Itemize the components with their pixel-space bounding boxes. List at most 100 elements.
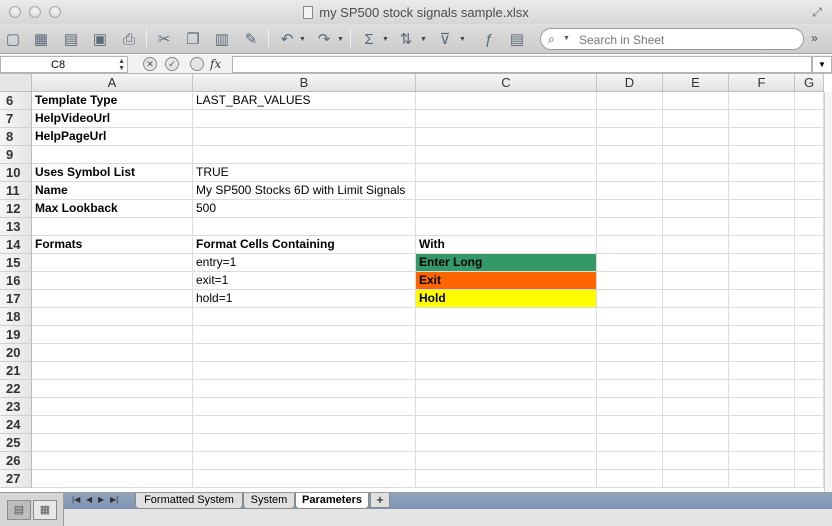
cell-g18[interactable] bbox=[795, 308, 824, 326]
row-header[interactable]: 7 bbox=[0, 110, 32, 128]
sort-dropdown-icon[interactable]: ▼ bbox=[420, 36, 427, 43]
copy-icon[interactable]: ❐ bbox=[182, 28, 204, 50]
cell-f8[interactable] bbox=[729, 128, 795, 146]
cell-b21[interactable] bbox=[193, 362, 416, 380]
cell-f17[interactable] bbox=[729, 290, 795, 308]
row-header[interactable]: 13 bbox=[0, 218, 32, 236]
row-header[interactable]: 20 bbox=[0, 344, 32, 362]
cell-b9[interactable] bbox=[193, 146, 416, 164]
cell-c25[interactable] bbox=[416, 434, 597, 452]
cell-e17[interactable] bbox=[663, 290, 729, 308]
select-all-corner[interactable] bbox=[0, 74, 32, 92]
cell-g25[interactable] bbox=[795, 434, 824, 452]
paste-icon[interactable]: ▥ bbox=[211, 28, 233, 50]
column-header-a[interactable]: A bbox=[32, 74, 193, 92]
cell-f22[interactable] bbox=[729, 380, 795, 398]
cell-e11[interactable] bbox=[663, 182, 729, 200]
cell-e19[interactable] bbox=[663, 326, 729, 344]
cell-g22[interactable] bbox=[795, 380, 824, 398]
cell-a15[interactable] bbox=[32, 254, 193, 272]
cell-d21[interactable] bbox=[597, 362, 663, 380]
cell-b23[interactable] bbox=[193, 398, 416, 416]
toolbar-overflow-icon[interactable]: » bbox=[811, 31, 818, 45]
cell-a20[interactable] bbox=[32, 344, 193, 362]
row-header[interactable]: 18 bbox=[0, 308, 32, 326]
cell-f6[interactable] bbox=[729, 92, 795, 110]
cell-c15[interactable]: Enter Long bbox=[416, 254, 597, 272]
cell-f25[interactable] bbox=[729, 434, 795, 452]
cell-e7[interactable] bbox=[663, 110, 729, 128]
cell-b22[interactable] bbox=[193, 380, 416, 398]
row-header[interactable]: 9 bbox=[0, 146, 32, 164]
save-icon[interactable]: ▣ bbox=[89, 28, 111, 50]
cell-f12[interactable] bbox=[729, 200, 795, 218]
cell-e10[interactable] bbox=[663, 164, 729, 182]
cell-f27[interactable] bbox=[729, 470, 795, 488]
cell-b14[interactable]: Format Cells Containing bbox=[193, 236, 416, 254]
cell-b24[interactable] bbox=[193, 416, 416, 434]
cell-c21[interactable] bbox=[416, 362, 597, 380]
first-sheet-icon[interactable]: |◀ bbox=[72, 495, 80, 504]
cell-a18[interactable] bbox=[32, 308, 193, 326]
cell-f20[interactable] bbox=[729, 344, 795, 362]
cell-c6[interactable] bbox=[416, 92, 597, 110]
cell-e21[interactable] bbox=[663, 362, 729, 380]
cell-e15[interactable] bbox=[663, 254, 729, 272]
cell-e16[interactable] bbox=[663, 272, 729, 290]
function-icon[interactable]: ƒ bbox=[478, 28, 500, 50]
cell-c12[interactable] bbox=[416, 200, 597, 218]
cell-g24[interactable] bbox=[795, 416, 824, 434]
cell-e20[interactable] bbox=[663, 344, 729, 362]
cell-b15[interactable]: entry=1 bbox=[193, 254, 416, 272]
cell-f26[interactable] bbox=[729, 452, 795, 470]
column-header-c[interactable]: C bbox=[416, 74, 597, 92]
next-sheet-icon[interactable]: ▶ bbox=[98, 495, 104, 504]
cell-f10[interactable] bbox=[729, 164, 795, 182]
cell-a25[interactable] bbox=[32, 434, 193, 452]
cell-b18[interactable] bbox=[193, 308, 416, 326]
row-header[interactable]: 17 bbox=[0, 290, 32, 308]
cell-c27[interactable] bbox=[416, 470, 597, 488]
cell-d8[interactable] bbox=[597, 128, 663, 146]
cell-c19[interactable] bbox=[416, 326, 597, 344]
cell-a7[interactable]: HelpVideoUrl bbox=[32, 110, 193, 128]
cell-a8[interactable]: HelpPageUrl bbox=[32, 128, 193, 146]
cell-g7[interactable] bbox=[795, 110, 824, 128]
redo-dropdown-icon[interactable]: ▼ bbox=[337, 36, 344, 43]
cell-b8[interactable] bbox=[193, 128, 416, 146]
formula-builder-toggle[interactable] bbox=[190, 57, 204, 71]
cell-c16[interactable]: Exit bbox=[416, 272, 597, 290]
cell-f24[interactable] bbox=[729, 416, 795, 434]
cell-c13[interactable] bbox=[416, 218, 597, 236]
cell-d7[interactable] bbox=[597, 110, 663, 128]
cell-g13[interactable] bbox=[795, 218, 824, 236]
cut-icon[interactable]: ✂ bbox=[153, 28, 175, 50]
vertical-scrollbar[interactable] bbox=[824, 92, 832, 492]
cell-c8[interactable] bbox=[416, 128, 597, 146]
sort-icon[interactable]: ⇅ bbox=[395, 28, 417, 50]
cell-c23[interactable] bbox=[416, 398, 597, 416]
add-sheet-button[interactable]: + bbox=[370, 493, 390, 508]
cell-a13[interactable] bbox=[32, 218, 193, 236]
row-header[interactable]: 24 bbox=[0, 416, 32, 434]
column-header-d[interactable]: D bbox=[597, 74, 663, 92]
format-painter-icon[interactable]: ✎ bbox=[240, 28, 262, 50]
row-header[interactable]: 8 bbox=[0, 128, 32, 146]
cell-e6[interactable] bbox=[663, 92, 729, 110]
cell-g17[interactable] bbox=[795, 290, 824, 308]
cell-c7[interactable] bbox=[416, 110, 597, 128]
cell-c14[interactable]: With bbox=[416, 236, 597, 254]
cell-a27[interactable] bbox=[32, 470, 193, 488]
column-header-f[interactable]: F bbox=[729, 74, 795, 92]
cell-b13[interactable] bbox=[193, 218, 416, 236]
cell-d25[interactable] bbox=[597, 434, 663, 452]
cell-g20[interactable] bbox=[795, 344, 824, 362]
cell-a6[interactable]: Template Type bbox=[32, 92, 193, 110]
cell-d27[interactable] bbox=[597, 470, 663, 488]
name-box[interactable]: C8 ▲ ▼ bbox=[0, 56, 128, 73]
cell-a14[interactable]: Formats bbox=[32, 236, 193, 254]
cell-f11[interactable] bbox=[729, 182, 795, 200]
cell-b25[interactable] bbox=[193, 434, 416, 452]
cell-d14[interactable] bbox=[597, 236, 663, 254]
cell-d20[interactable] bbox=[597, 344, 663, 362]
